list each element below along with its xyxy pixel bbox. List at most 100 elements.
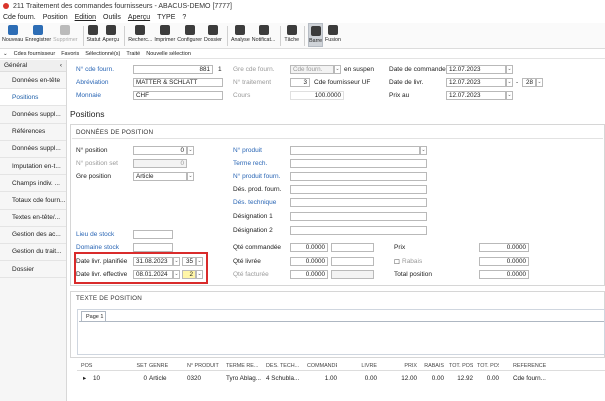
text-editor-body[interactable] [79, 321, 604, 354]
toolbar-folder-button[interactable]: Dossier [204, 23, 222, 47]
column-header[interactable]: RABAIS [424, 363, 444, 369]
sidebar-item[interactable]: Données suppl... [0, 106, 66, 124]
column-header[interactable]: SET [133, 363, 147, 369]
sidebar-item[interactable]: Données en-tête [0, 72, 66, 90]
column-header[interactable]: DÉS. TECH... [266, 363, 304, 369]
column-header[interactable]: RÉFÉRENCE [513, 363, 573, 369]
subbar-traite[interactable]: Traité [126, 51, 140, 57]
des-prod-fourn-input[interactable] [290, 185, 427, 194]
produit-label[interactable]: N° produit [233, 147, 262, 154]
toolbar-notification-button[interactable]: Notificat... [252, 23, 275, 47]
designation2-input[interactable] [290, 226, 427, 235]
column-header[interactable]: LIVRÉ [357, 363, 377, 369]
qte-commandee-input[interactable]: 0.0000 [290, 243, 328, 252]
toolbar-search-button[interactable]: Recherc... [128, 23, 152, 47]
date-livr-week-input[interactable]: 28 [522, 78, 536, 87]
column-header[interactable]: GENRE [149, 363, 183, 369]
toolbar-configure-button[interactable]: Configurer [177, 23, 202, 47]
column-header[interactable]: TOT. POS ... [449, 363, 473, 369]
column-header[interactable]: PRIX [387, 363, 417, 369]
no-position-input[interactable]: 0 [133, 146, 187, 155]
toolbar-preview-button[interactable]: Aperçu [102, 23, 119, 47]
rabais-toggle-icon[interactable]: ☐ [394, 258, 400, 266]
date-livr-week-spinner[interactable]: ⌄ [536, 78, 543, 87]
column-header[interactable]: COMMANDÉ [307, 363, 337, 369]
subbar-cdes-fournisseur[interactable]: Cdes fournisseur [14, 51, 56, 57]
toolbar-new-button[interactable]: Nouveau [2, 23, 23, 47]
lieu-stock-label[interactable]: Lieu de stock [76, 231, 114, 238]
table-row[interactable]: 10 0 Article 0320 Tyro Ablag... 4 Schubla... 1… [77, 374, 605, 384]
column-header[interactable]: N° PRODUIT [187, 363, 223, 369]
date-commande-input[interactable]: 12.07.2023 [446, 65, 506, 74]
terme-label[interactable]: Terme rech. [233, 160, 267, 167]
produit-input[interactable] [290, 146, 420, 155]
rabais-input[interactable]: 0.0000 [479, 257, 529, 266]
prix-au-dropdown[interactable]: ⌄ [506, 91, 513, 100]
sidebar-item[interactable]: Textes en-tête/... [0, 210, 66, 227]
toolbar-label: Enregistrer [25, 37, 52, 43]
cde-fourn-input[interactable]: 881 [133, 65, 213, 74]
monnaie-label[interactable]: Monnaie [76, 92, 101, 99]
cde-fourn-label[interactable]: N° cde fourn. [76, 66, 114, 73]
gre-position-dropdown[interactable]: ⌄ [187, 172, 194, 181]
date-commande-dropdown[interactable]: ⌄ [506, 65, 513, 74]
column-header[interactable]: TOT. POS ... [477, 363, 499, 369]
subbar-favoris[interactable]: Favoris [61, 51, 79, 57]
sidebar-item[interactable]: Dossier [0, 261, 66, 279]
qte-livree-input[interactable]: 0.0000 [290, 257, 328, 266]
toolbar-print-button[interactable]: Imprimer [154, 23, 175, 47]
produit-fourn-label[interactable]: N° produit fourn. [233, 173, 280, 180]
toolbar-save-button[interactable]: Enregistrer [25, 23, 51, 47]
menu-outils[interactable]: Outils [103, 14, 121, 21]
terme-input[interactable] [290, 159, 427, 168]
sidebar-item[interactable]: Références [0, 124, 66, 141]
menu-edition[interactable]: Edition [75, 14, 96, 21]
chevron-left-icon[interactable]: ‹ [60, 62, 62, 69]
abreviation-input[interactable]: MATTER & SCHLATT [133, 78, 223, 87]
des-technique-label[interactable]: Dés. technique [233, 199, 276, 206]
traitement-input[interactable]: 3 [290, 78, 310, 87]
lieu-stock-input[interactable] [133, 230, 173, 239]
menu-type[interactable]: TYPE [157, 14, 175, 21]
des-technique-input[interactable] [290, 198, 427, 207]
date-livr-input[interactable]: 12.07.2023 [446, 78, 506, 87]
row-expand-icon[interactable]: ▸ [83, 375, 86, 382]
menu-apercu[interactable]: Aperçu [128, 14, 150, 21]
sidebar-item[interactable]: Gestion des ac... [0, 227, 66, 244]
monnaie-input[interactable]: CHF [133, 91, 223, 100]
domaine-stock-input[interactable] [133, 243, 173, 252]
toolbar-merge-button[interactable]: Fusion [325, 23, 341, 47]
sidebar-item[interactable]: Champs indiv. ... [0, 175, 66, 193]
prix-input[interactable]: 0.0000 [479, 243, 529, 252]
produit-dropdown[interactable]: ⌄ [420, 146, 427, 155]
qte-livree-unit[interactable] [331, 257, 374, 266]
sidebar-item[interactable]: Imputation en-t... [0, 158, 66, 176]
menu-position[interactable]: Position [43, 14, 68, 21]
menu-cde-fourn[interactable]: Cde fourn. [3, 14, 36, 21]
gre-position-input[interactable]: Article [133, 172, 187, 181]
toolbar-task-button[interactable]: Tâche [284, 23, 299, 47]
tab-page-1[interactable]: Page 1 [81, 311, 106, 321]
subbar-nouvelle-selection[interactable]: Nouvelle sélection [146, 51, 191, 57]
domaine-stock-label[interactable]: Domaine stock [76, 244, 119, 251]
sidebar-item[interactable]: Données suppl... [0, 141, 66, 158]
toolbar-status-button[interactable]: Statut [87, 23, 100, 47]
abreviation-label[interactable]: Abréviation [76, 79, 109, 86]
menu-help[interactable]: ? [182, 14, 186, 21]
column-header[interactable]: TERME RE... [226, 363, 262, 369]
toolbar-label: Fusion [325, 37, 341, 43]
column-header[interactable]: POS [81, 363, 111, 369]
no-position-dropdown[interactable]: ⌄ [187, 146, 194, 155]
sidebar-item[interactable]: Positions [0, 89, 66, 107]
subbar-selectionnes[interactable]: Sélectionné(s) [85, 51, 120, 57]
sidebar-header[interactable]: Général ‹ [0, 60, 66, 72]
date-livr-dropdown[interactable]: ⌄ [506, 78, 513, 87]
toolbar-bar-button[interactable]: Barre [308, 23, 324, 47]
toolbar-analysis-button[interactable]: Analyse [231, 23, 250, 47]
produit-fourn-input[interactable] [290, 172, 427, 181]
sidebar-item[interactable]: Gestion du trait... [0, 244, 66, 262]
prix-au-input[interactable]: 12.07.2023 [446, 91, 506, 100]
qte-commandee-unit[interactable] [331, 243, 374, 252]
designation1-input[interactable] [290, 212, 427, 221]
sidebar-item[interactable]: Totaux cde fourn... [0, 192, 66, 210]
